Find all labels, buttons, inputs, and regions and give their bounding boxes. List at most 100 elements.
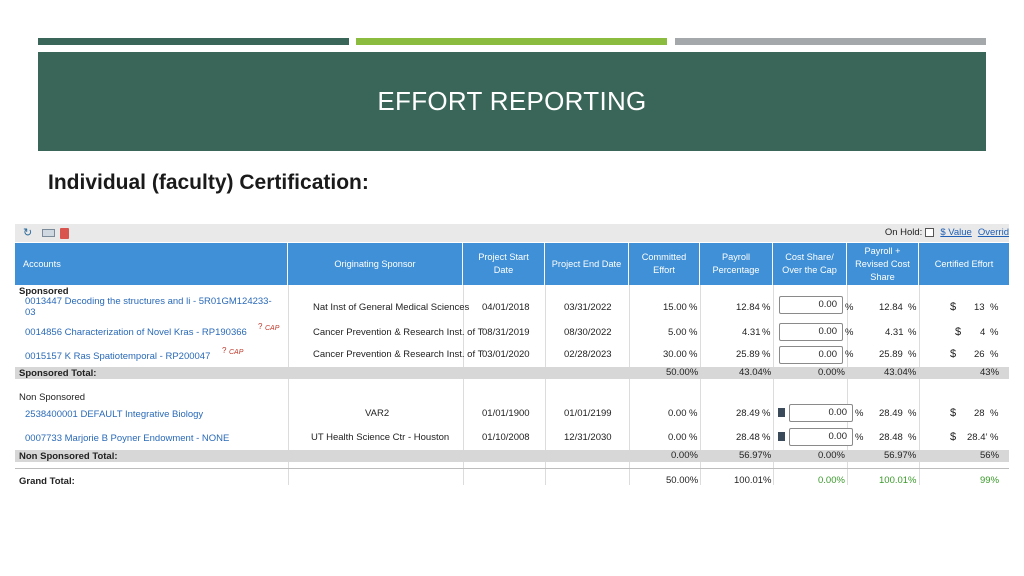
sponsor-name: Cancer Prevention & Research Inst. of T	[313, 327, 484, 338]
percent-sign: %	[908, 432, 917, 443]
value-link[interactable]: $ Value	[940, 227, 972, 238]
committed-effort: 0.00	[668, 432, 687, 443]
question-icon[interactable]: ?	[222, 346, 226, 355]
percent-sign: %	[908, 327, 917, 338]
total-cost-share: 0.00%	[818, 367, 845, 378]
grand-certified: 99%	[980, 475, 1000, 486]
col-accounts[interactable]: Accounts	[15, 243, 288, 285]
committed-effort: 30.00	[663, 349, 687, 360]
dollar-icon[interactable]: $	[950, 407, 956, 419]
grand-revised: 100.01%	[879, 475, 917, 486]
col-project-end-date[interactable]: Project End Date	[545, 243, 629, 285]
cost-share-input[interactable]: 0.00	[789, 404, 853, 422]
percent-sign: %	[990, 302, 999, 313]
cap-flag: CAP	[229, 349, 244, 356]
start-date: 08/31/2019	[482, 327, 530, 338]
dollar-icon[interactable]: $	[950, 348, 956, 360]
percent-sign: %	[762, 327, 771, 338]
toolbar: ↻ On Hold: $ Value Overrid	[15, 224, 1009, 242]
table-row: 0015157 K Ras Spatiotemporal - RP200047 …	[15, 346, 1009, 368]
sponsored-total-label: Sponsored Total:	[19, 368, 97, 379]
end-date: 02/28/2023	[564, 349, 612, 360]
certified-effort: 28	[974, 408, 985, 419]
percent-sign: %	[689, 302, 698, 313]
grand-total-divider	[15, 468, 1009, 469]
document-icon[interactable]	[778, 432, 785, 441]
total-revised: 43.04%	[884, 367, 917, 378]
cost-share-input[interactable]: 0.00	[779, 323, 843, 341]
percent-sign: %	[990, 349, 999, 360]
percent-sign: %	[855, 408, 864, 419]
cap-flag: CAP	[265, 325, 280, 332]
on-hold-checkbox[interactable]	[925, 227, 935, 237]
end-date: 03/31/2022	[564, 302, 612, 313]
account-link[interactable]: 0014856 Characterization of Novel Kras -…	[25, 327, 247, 338]
revised-cost-share: 28.48	[879, 432, 903, 443]
grand-payroll: 100.01%	[734, 475, 772, 486]
table-row: 0013447 Decoding the structures and li -…	[15, 296, 1009, 320]
document-icon[interactable]	[778, 408, 785, 417]
dollar-icon[interactable]: $	[950, 301, 956, 313]
percent-sign: %	[762, 349, 771, 360]
percent-sign: %	[908, 408, 917, 419]
col-revised-cost-share[interactable]: Payroll + Revised Cost Share	[847, 243, 919, 285]
percent-sign: %	[908, 302, 917, 313]
table-row: 0007733 Marjorie B Poyner Endowment - NO…	[15, 427, 1009, 449]
payroll-percentage: 12.84	[736, 302, 760, 313]
col-committed-effort[interactable]: Committed Effort	[629, 243, 700, 285]
account-link[interactable]: 0015157 K Ras Spatiotemporal - RP200047	[25, 351, 210, 362]
revised-cost-share: 12.84	[879, 302, 903, 313]
certified-effort: 26	[974, 349, 985, 360]
col-originating-sponsor[interactable]: Originating Sponsor	[288, 243, 463, 285]
override-link[interactable]: Overrid	[978, 227, 1009, 238]
cost-share-input[interactable]: 0.00	[789, 428, 853, 446]
section-non-sponsored: Non Sponsored	[15, 392, 1009, 403]
end-date: 08/30/2022	[564, 327, 612, 338]
percent-sign: %	[908, 349, 917, 360]
non-sponsored-label: Non Sponsored	[19, 392, 86, 403]
slide-subtitle: Individual (faculty) Certification:	[48, 171, 369, 194]
refresh-icon[interactable]: ↻	[23, 226, 32, 240]
col-project-start-date[interactable]: Project Start Date	[463, 243, 545, 285]
percent-sign: %	[845, 302, 854, 313]
account-link-line2[interactable]: 03	[25, 307, 36, 318]
pdf-icon[interactable]	[60, 228, 69, 239]
accent-bar-dark-green	[38, 38, 349, 45]
percent-sign: %	[762, 302, 771, 313]
title-banner: EFFORT REPORTING	[38, 52, 986, 151]
col-payroll-percentage[interactable]: Payroll Percentage	[700, 243, 773, 285]
start-date: 01/01/1900	[482, 408, 530, 419]
total-committed: 0.00%	[671, 450, 698, 461]
accent-bar-gray	[675, 38, 986, 45]
grand-committed: 50.00%	[666, 475, 699, 486]
total-certified: 56%	[980, 450, 1000, 461]
percent-sign: %	[855, 432, 864, 443]
effort-certification-screenshot: ↻ On Hold: $ Value Overrid Accounts Orig…	[12, 219, 1009, 499]
grand-total-row: Grand Total: 50.00% 100.01% 0.00% 100.01…	[15, 475, 1009, 487]
slide-title: EFFORT REPORTING	[377, 86, 647, 116]
total-revised: 56.97%	[884, 450, 917, 461]
revised-cost-share: 4.31	[885, 327, 904, 338]
total-payroll: 56.97%	[739, 450, 772, 461]
percent-sign: %	[689, 432, 698, 443]
dollar-icon[interactable]: $	[950, 431, 956, 443]
col-cost-share[interactable]: Cost Share/ Over the Cap	[773, 243, 847, 285]
accent-bar-light-green	[356, 38, 667, 45]
percent-sign: %	[990, 408, 999, 419]
cost-share-input[interactable]: 0.00	[779, 346, 843, 364]
account-link[interactable]: 0013447 Decoding the structures and li -…	[25, 296, 272, 307]
account-link[interactable]: 0007733 Marjorie B Poyner Endowment - NO…	[25, 433, 229, 444]
percent-sign: %	[689, 327, 698, 338]
question-icon[interactable]: ?	[258, 322, 262, 331]
percent-sign: %	[845, 327, 854, 338]
account-link[interactable]: 2538400001 DEFAULT Integrative Biology	[25, 409, 203, 420]
percent-sign: %	[762, 432, 771, 443]
revised-cost-share: 25.89	[879, 349, 903, 360]
dollar-icon[interactable]: $	[955, 326, 961, 338]
col-certified-effort[interactable]: Certified Effort	[919, 243, 1009, 285]
cost-share-input[interactable]: 0.00	[779, 296, 843, 314]
grand-cost-share: 0.00%	[818, 475, 845, 486]
payroll-percentage: 4.31	[742, 327, 761, 338]
keyboard-icon[interactable]	[42, 229, 55, 237]
payroll-percentage: 28.49	[736, 408, 760, 419]
